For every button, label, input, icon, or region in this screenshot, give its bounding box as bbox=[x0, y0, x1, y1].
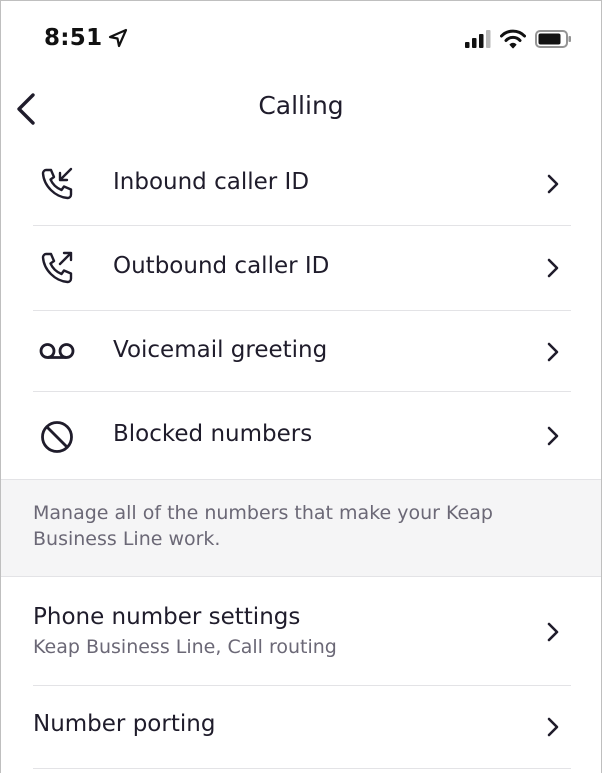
chevron-right-icon bbox=[543, 620, 563, 644]
wifi-icon bbox=[500, 29, 526, 49]
chevron-right-icon bbox=[543, 715, 563, 739]
battery-icon bbox=[535, 30, 571, 48]
row-label: Inbound caller ID bbox=[113, 169, 310, 195]
status-time: 8:51 bbox=[44, 25, 128, 51]
voicemail-greeting-row[interactable]: Voicemail greeting bbox=[1, 311, 601, 391]
inbound-caller-id-row[interactable]: Inbound caller ID bbox=[1, 143, 601, 225]
chevron-right-icon bbox=[543, 424, 563, 448]
voicemail-icon bbox=[37, 331, 77, 371]
phone-number-settings-row[interactable]: Phone number settings Keap Business Line… bbox=[1, 578, 601, 685]
row-label: Voicemail greeting bbox=[113, 337, 328, 363]
status-time-text: 8:51 bbox=[44, 25, 103, 51]
outbound-caller-id-row[interactable]: Outbound caller ID bbox=[1, 226, 601, 310]
row-label: Blocked numbers bbox=[113, 421, 313, 447]
blocked-numbers-row[interactable]: Blocked numbers bbox=[1, 392, 601, 478]
page-title: Calling bbox=[258, 91, 344, 120]
info-note-text: Manage all of the numbers that make your… bbox=[33, 502, 493, 550]
info-note: Manage all of the numbers that make your… bbox=[1, 479, 601, 577]
status-icons bbox=[465, 29, 573, 49]
cellular-signal-icon bbox=[465, 30, 491, 48]
chevron-right-icon bbox=[543, 172, 563, 196]
phone-outgoing-icon bbox=[37, 248, 77, 288]
row-label: Outbound caller ID bbox=[113, 253, 330, 279]
status-bar: 8:51 bbox=[1, 1, 601, 81]
chevron-right-icon bbox=[543, 256, 563, 280]
row-subtitle: Keap Business Line, Call routing bbox=[33, 636, 337, 658]
phone-incoming-icon bbox=[37, 164, 77, 204]
divider bbox=[33, 768, 571, 769]
block-icon bbox=[37, 415, 77, 455]
screen: 8:51 Calling Inbound caller ID Outbound … bbox=[0, 0, 602, 773]
row-title: Phone number settings bbox=[33, 604, 301, 630]
location-arrow-icon bbox=[109, 28, 128, 48]
number-porting-row[interactable]: Number porting bbox=[1, 686, 601, 768]
row-title: Number porting bbox=[33, 711, 216, 737]
nav-bar: Calling bbox=[1, 81, 601, 137]
chevron-right-icon bbox=[543, 340, 563, 364]
